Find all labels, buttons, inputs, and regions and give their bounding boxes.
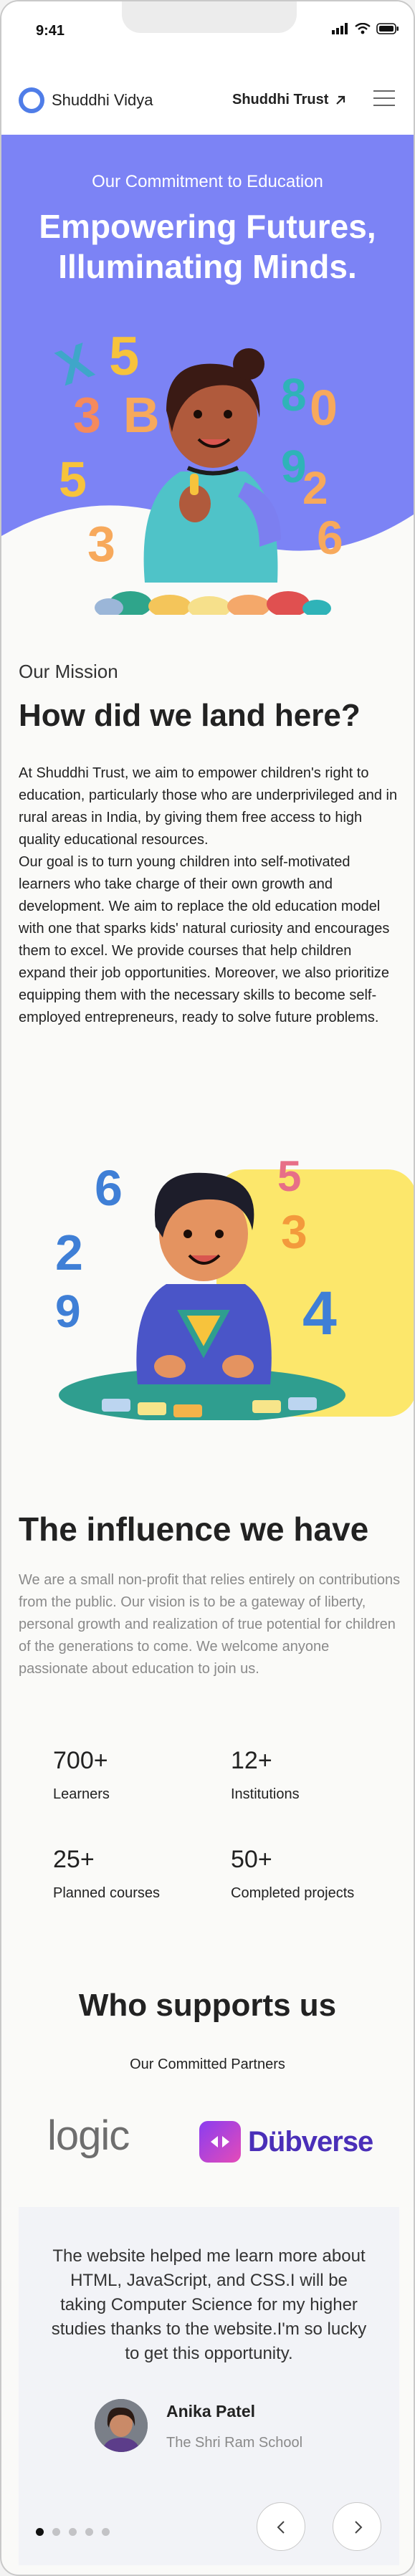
mission-kicker: Our Mission [19,661,118,682]
testimonial-quote: The website helped me learn more about H… [51,2246,367,2363]
svg-text:9: 9 [55,1285,81,1337]
battery-icon [376,23,399,34]
phone-frame: 9:41 Shuddhi Vidya Shuddhi Trust Our Com… [0,0,415,2576]
svg-text:6: 6 [95,1160,123,1216]
testimonial-card: The website helped me learn more about H… [19,2207,399,2565]
site-header: Shuddhi Vidya Shuddhi Trust [1,64,414,135]
carousel-dot-3[interactable] [69,2528,77,2536]
stat-value: 25+ [53,1846,95,1873]
mission-paragraph-1: At Shuddhi Trust, we aim to empower chil… [19,765,398,848]
brand-name: Shuddhi Vidya [52,91,153,109]
carousel-next-button[interactable] [333,2502,381,2551]
hero-title-line-1: Empowering Futures, [39,208,376,245]
stat-learners: 700+ Learners [53,1747,218,1803]
stat-planned-courses: 25+ Planned courses [53,1846,218,1902]
svg-text:5: 5 [277,1152,301,1200]
hero-subtitle: Our Commitment to Education [92,172,323,191]
avatar [95,2399,148,2452]
hamburger-menu-icon[interactable] [373,90,395,109]
partner-logo-dubverse[interactable]: Dübverse [199,2121,373,2163]
stat-value: 12+ [231,1747,272,1774]
supporters-title: Who supports us [78,1988,337,2023]
influence-body: We are a small non-profit that relies en… [19,1572,401,1677]
svg-text:4: 4 [302,1279,337,1348]
hero-title: Empowering Futures, Illuminating Minds. [1,206,414,287]
svg-text:3: 3 [87,516,115,572]
stat-label: Planned courses [53,1885,160,1901]
stat-label: Institutions [231,1786,300,1802]
svg-text:2: 2 [55,1225,83,1280]
brand-logo-link[interactable]: Shuddhi Vidya [19,87,153,113]
svg-text:6: 6 [317,511,343,564]
carousel-dot-1[interactable] [36,2528,44,2536]
svg-text:B: B [123,387,160,443]
partner-name-dubverse: Dübverse [248,2125,373,2158]
mission-paragraph-2: Our goal is to turn young children into … [19,854,390,1025]
svg-text:5: 5 [109,326,139,387]
svg-text:8: 8 [281,369,307,421]
boy-with-blocks-illustration: 6 2 9 5 3 4 [55,1152,414,1420]
hero-title-line-2: Illuminating Minds. [58,248,357,285]
shuddhi-trust-link[interactable]: Shuddhi Trust [232,92,347,108]
mission-body: At Shuddhi Trust, we aim to empower chil… [19,762,402,1029]
dubverse-logo-icon [199,2121,241,2163]
girl-with-numbers-illustration: X 5 3 B 5 3 8 0 9 2 6 [49,326,343,615]
carousel-dot-5[interactable] [102,2528,110,2536]
stat-value: 50+ [231,1846,272,1873]
trust-link-label: Shuddhi Trust [232,92,329,107]
chevron-left-icon [277,2521,285,2534]
svg-text:2: 2 [302,462,328,514]
partner-logo-logic[interactable]: logic [47,2112,130,2160]
testimonial-name: Anika Patel [166,2402,255,2421]
chevron-right-icon [355,2521,363,2534]
stat-completed-projects: 50+ Completed projects [231,1846,396,1902]
svg-text:0: 0 [310,380,338,436]
carousel-dot-2[interactable] [52,2528,60,2536]
svg-text:3: 3 [281,1205,307,1258]
hero-section: Our Commitment to Education Empowering F… [1,135,414,615]
wifi-icon [355,23,371,34]
mission-title: How did we land here? [19,698,361,733]
stat-label: Learners [53,1786,110,1802]
status-bar: 9:41 [1,1,414,64]
carousel-dot-4[interactable] [85,2528,93,2536]
carousel-dots [36,2528,110,2536]
status-time: 9:41 [36,23,65,39]
status-icons [332,23,399,34]
stat-value: 700+ [53,1747,108,1774]
testimonial-school: The Shri Ram School [166,2435,303,2451]
carousel-prev-button[interactable] [257,2502,305,2551]
stat-label: Completed projects [231,1885,355,1901]
signal-icon [332,23,348,34]
svg-text:5: 5 [59,451,87,507]
stat-institutions: 12+ Institutions [231,1747,396,1803]
notch [122,1,297,33]
logo-circle-icon [19,87,44,113]
svg-text:3: 3 [73,387,101,443]
arrow-up-right-icon [336,95,345,105]
influence-title: The influence we have [19,1510,369,1548]
supporters-subtitle: Our Committed Partners [130,2057,285,2072]
